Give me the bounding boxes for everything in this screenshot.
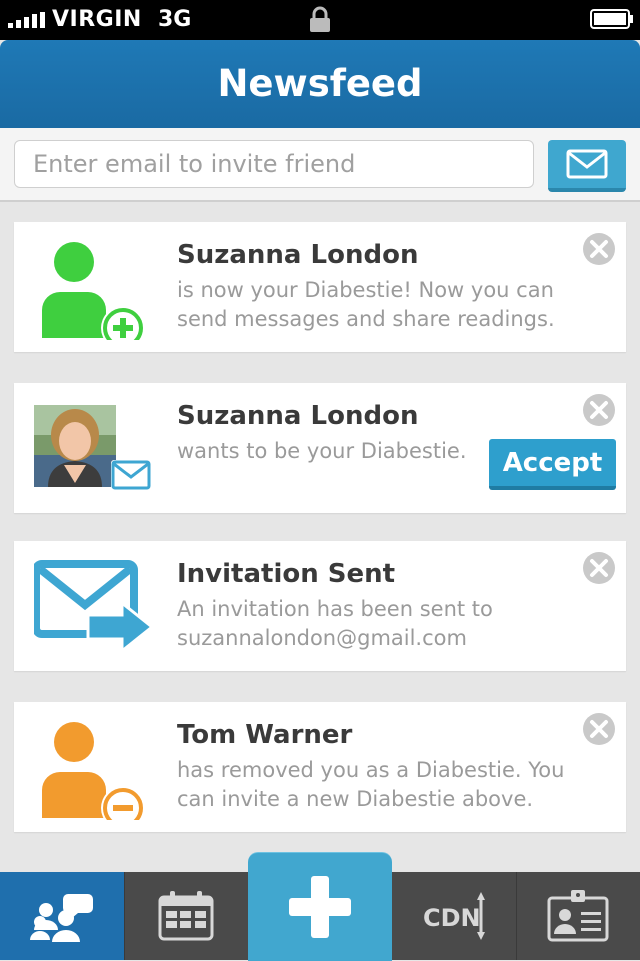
status-bar: VIRGIN 3G (0, 0, 640, 40)
tab-profile[interactable] (516, 872, 640, 960)
invite-email-input[interactable] (14, 140, 534, 188)
feed-message: has removed you as a Diabestie. You can … (177, 758, 565, 811)
id-card-icon (547, 890, 609, 942)
battery-icon (590, 9, 633, 29)
envelope-small-icon (111, 460, 151, 490)
signal-strength-icon (8, 12, 45, 28)
invite-bar (0, 128, 640, 202)
feed-name: Suzanna London (177, 401, 419, 431)
tab-newsfeed[interactable] (0, 872, 125, 960)
cdn-label: CDN (423, 904, 481, 932)
tab-calendar[interactable] (124, 872, 249, 960)
feed-name: Tom Warner (177, 720, 353, 750)
envelope-sent-icon (34, 560, 155, 655)
person-remove-icon (42, 722, 145, 820)
feed-card-sent: Invitation Sent An invitation has been s… (14, 541, 626, 671)
feed-card-request: Suzanna London wants to be your Diabesti… (14, 383, 626, 513)
envelope-icon (566, 149, 608, 179)
people-chat-icon (30, 894, 93, 942)
avatar-photo (34, 405, 116, 487)
close-icon[interactable] (582, 551, 616, 585)
feed-name: Invitation Sent (177, 559, 396, 589)
accept-button[interactable]: Accept (489, 439, 616, 490)
lock-icon (310, 6, 330, 32)
plus-icon (289, 876, 351, 938)
feed-message: An invitation has been sent to suzannalo… (177, 597, 493, 650)
feed-card-added: Suzanna London is now your Diabestie! No… (14, 222, 626, 352)
nav-bar: Newsfeed (0, 40, 640, 128)
carrier-name: VIRGIN (52, 7, 142, 32)
feed-message: is now your Diabestie! Now you can send … (177, 278, 555, 331)
network-type: 3G (158, 7, 192, 32)
send-invite-button[interactable] (548, 140, 626, 192)
page-title: Newsfeed (217, 62, 423, 105)
close-icon[interactable] (582, 393, 616, 427)
feed-name: Suzanna London (177, 240, 419, 270)
tab-cdn[interactable]: CDN (392, 872, 517, 960)
tab-add[interactable] (248, 852, 392, 961)
person-add-icon (42, 242, 145, 340)
feed-card-removed: Tom Warner has removed you as a Diabesti… (14, 702, 626, 832)
cdn-icon: CDN (423, 892, 485, 940)
calendar-icon (158, 891, 214, 941)
close-icon[interactable] (582, 232, 616, 266)
close-icon[interactable] (582, 712, 616, 746)
